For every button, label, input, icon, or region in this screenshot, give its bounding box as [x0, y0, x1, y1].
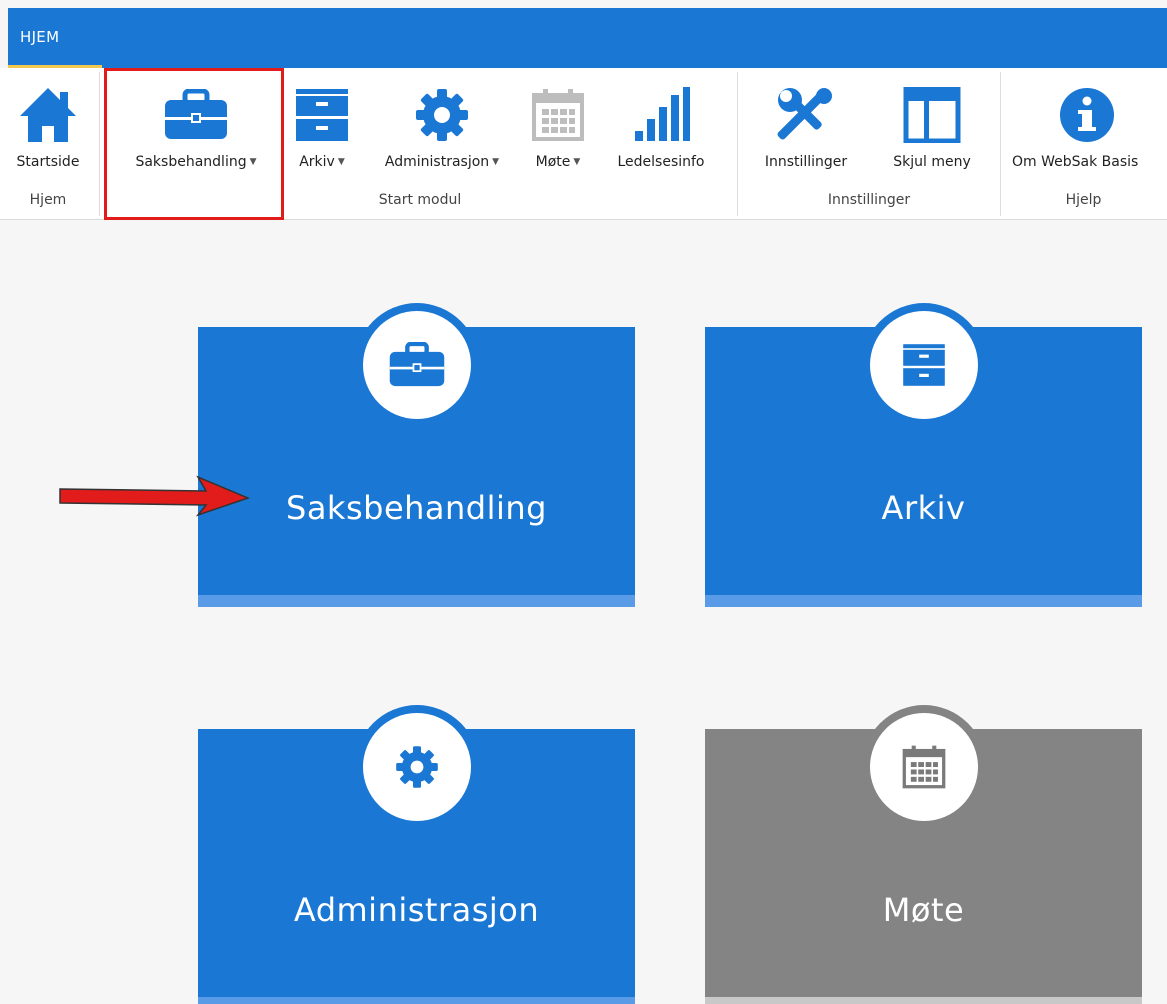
tile-title: Møte: [882, 891, 965, 929]
om-websak-button[interactable]: Om WebSak Basis: [1006, 68, 1167, 190]
arkiv-label: Arkiv ▼: [288, 154, 356, 170]
tile-band: [198, 997, 635, 1004]
briefcase-icon: [363, 311, 471, 419]
group-label-hjem: Hjem: [29, 192, 67, 208]
calendar-icon: [870, 713, 978, 821]
dropdown-caret-icon: ▼: [492, 157, 500, 167]
red-arrow-icon: [59, 475, 251, 517]
mote-text: Møte: [535, 154, 571, 170]
dropdown-caret-icon: ▼: [573, 157, 581, 167]
tile-arkiv[interactable]: Arkiv: [705, 303, 1142, 607]
gear-icon: [362, 86, 522, 144]
tools-icon: [744, 86, 868, 144]
tile-title: Arkiv: [881, 489, 966, 527]
bar-chart-icon: [600, 86, 722, 144]
tab-hjem-label: HJEM: [20, 28, 60, 46]
layout-icon: [872, 86, 992, 144]
ribbon: Startside Hjem Saksbehandling ▼ Arkiv ▼ …: [0, 68, 1167, 220]
arkiv-text: Arkiv: [299, 154, 335, 170]
tab-hjem[interactable]: HJEM: [8, 8, 102, 68]
administrasjon-text: Administrasjon: [384, 154, 490, 170]
skjul-meny-button[interactable]: Skjul meny: [872, 68, 992, 190]
startside-button[interactable]: Startside: [0, 68, 96, 190]
gear-icon: [363, 713, 471, 821]
cabinet-icon: [288, 86, 356, 144]
administrasjon-button[interactable]: Administrasjon ▼: [362, 68, 522, 190]
administrasjon-label: Administrasjon ▼: [362, 154, 522, 170]
cabinet-icon: [870, 311, 978, 419]
home-icon: [0, 86, 96, 144]
dropdown-caret-icon: ▼: [337, 157, 345, 167]
group-label-innstillinger: Innstillinger: [827, 192, 911, 208]
skjul-meny-label: Skjul meny: [893, 154, 971, 170]
tile-title: Administrasjon: [293, 891, 540, 929]
startside-label: Startside: [16, 154, 80, 170]
mote-button[interactable]: Møte ▼: [522, 68, 594, 190]
ribbon-tab-bar: HJEM: [8, 8, 1167, 68]
tile-band: [705, 997, 1142, 1004]
tile-mote[interactable]: Møte: [705, 705, 1142, 1004]
calendar-icon: [522, 86, 594, 144]
group-divider: [99, 72, 100, 216]
tile-saksbehandling[interactable]: Saksbehandling: [198, 303, 635, 607]
tile-band: [198, 595, 635, 607]
tile-administrasjon[interactable]: Administrasjon: [198, 705, 635, 1004]
innstillinger-button[interactable]: Innstillinger: [744, 68, 868, 190]
tile-band: [705, 595, 1142, 607]
ledelsesinfo-button[interactable]: Ledelsesinfo: [600, 68, 722, 190]
tile-title: Saksbehandling: [286, 489, 547, 527]
highlight-box: [104, 68, 284, 220]
group-label-hjelp: Hjelp: [1065, 192, 1102, 208]
ledelsesinfo-label: Ledelsesinfo: [617, 154, 705, 170]
innstillinger-label: Innstillinger: [764, 154, 848, 170]
mote-label: Møte ▼: [522, 154, 594, 170]
info-icon: [1006, 86, 1167, 144]
arkiv-button[interactable]: Arkiv ▼: [288, 68, 356, 190]
om-websak-label: Om WebSak Basis: [1012, 154, 1139, 170]
